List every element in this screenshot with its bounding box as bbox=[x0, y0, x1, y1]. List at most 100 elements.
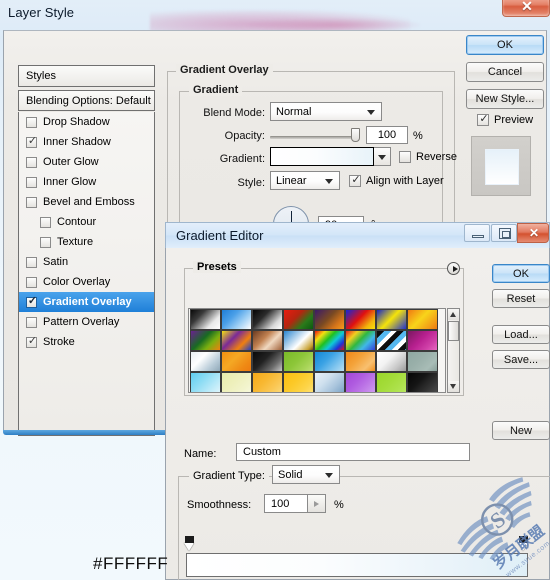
effect-checkbox[interactable] bbox=[26, 316, 37, 328]
gradient-preset-swatch[interactable] bbox=[314, 309, 345, 330]
new-style-button[interactable]: New Style... bbox=[466, 89, 544, 109]
effect-checkbox[interactable] bbox=[40, 236, 51, 248]
opacity-input[interactable]: 100 bbox=[366, 126, 408, 144]
maximize-icon[interactable] bbox=[491, 224, 517, 242]
gradient-preset-swatch[interactable] bbox=[221, 330, 252, 351]
gradient-preset-swatch[interactable] bbox=[221, 309, 252, 330]
effect-row[interactable]: Contour bbox=[19, 212, 154, 232]
gradient-preset-swatch[interactable] bbox=[314, 330, 345, 351]
reverse-checkbox[interactable]: Reverse bbox=[399, 151, 457, 163]
effect-row[interactable]: Gradient Overlay bbox=[19, 292, 154, 312]
gradient-editor-new-button[interactable]: New bbox=[492, 421, 550, 440]
smoothness-stepper[interactable] bbox=[308, 494, 326, 513]
effect-row[interactable]: Inner Glow bbox=[19, 172, 154, 192]
smoothness-input[interactable]: 100 bbox=[264, 494, 308, 513]
sidebar-item-blending-options[interactable]: Blending Options: Default bbox=[18, 90, 155, 111]
opacity-slider-track[interactable] bbox=[270, 136, 358, 139]
effect-checkbox[interactable] bbox=[26, 295, 38, 308]
gradient-preset-swatch[interactable] bbox=[407, 351, 438, 372]
ok-button[interactable]: OK bbox=[466, 35, 544, 55]
gradient-bar[interactable] bbox=[186, 553, 528, 577]
close-icon[interactable]: ✕ bbox=[517, 223, 549, 243]
gradient-preset-swatch[interactable] bbox=[314, 351, 345, 372]
gradient-editor-reset-button[interactable]: Reset bbox=[492, 289, 550, 308]
gradient-opacity-stop[interactable] bbox=[518, 536, 529, 551]
style-select[interactable]: Linear bbox=[270, 171, 340, 190]
new-style-button-label: New Style... bbox=[475, 93, 535, 105]
effect-row[interactable]: Pattern Overlay bbox=[19, 312, 154, 332]
effect-label: Inner Glow bbox=[43, 176, 97, 188]
gradient-preset-swatch[interactable] bbox=[252, 330, 283, 351]
gradient-preset-swatch[interactable] bbox=[345, 351, 376, 372]
gradient-editor-save-button[interactable]: Save... bbox=[492, 350, 550, 369]
gradient-preset-swatch[interactable] bbox=[283, 351, 314, 372]
effect-checkbox[interactable] bbox=[26, 256, 37, 268]
gradient-editor-load-button[interactable]: Load... bbox=[492, 325, 550, 344]
opacity-slider-thumb[interactable] bbox=[351, 128, 360, 142]
gradient-preset-swatch[interactable] bbox=[314, 372, 345, 392]
cancel-button[interactable]: Cancel bbox=[466, 62, 544, 82]
effect-checkbox[interactable] bbox=[26, 176, 37, 188]
presets-scrollbar[interactable] bbox=[447, 308, 460, 393]
scroll-up-icon[interactable] bbox=[448, 309, 459, 320]
gradient-preset-swatch[interactable] bbox=[376, 372, 407, 392]
gradient-preset-swatch[interactable] bbox=[221, 351, 252, 372]
align-with-layer-checkbox[interactable]: Align with Layer bbox=[349, 173, 444, 187]
gradient-preset-swatch[interactable] bbox=[190, 351, 221, 372]
gradient-preset-swatch[interactable] bbox=[407, 330, 438, 351]
effect-checkbox[interactable] bbox=[26, 335, 38, 348]
effect-checkbox[interactable] bbox=[26, 135, 38, 148]
effect-checkbox[interactable] bbox=[26, 196, 37, 208]
gradient-preset-swatch[interactable] bbox=[376, 351, 407, 372]
effect-row[interactable]: Stroke bbox=[19, 332, 154, 352]
name-input[interactable]: Custom bbox=[236, 443, 470, 461]
gradient-picker-button[interactable] bbox=[374, 147, 391, 166]
chevron-down-icon bbox=[378, 154, 386, 160]
gradient-preset-swatch[interactable] bbox=[252, 309, 283, 330]
effect-label: Gradient Overlay bbox=[43, 296, 132, 308]
gradient-preset-swatch[interactable] bbox=[376, 330, 407, 351]
gradient-preset-swatch[interactable] bbox=[221, 372, 252, 392]
gradient-preset-swatch[interactable] bbox=[345, 330, 376, 351]
gradient-preset-swatch[interactable] bbox=[190, 372, 221, 392]
effect-label: Bevel and Emboss bbox=[43, 196, 135, 208]
close-icon[interactable]: ✕ bbox=[502, 0, 550, 17]
blend-mode-select[interactable]: Normal bbox=[270, 102, 382, 121]
effect-row[interactable]: Color Overlay bbox=[19, 272, 154, 292]
opacity-label: Opacity: bbox=[224, 130, 265, 142]
gradient-preset-swatch[interactable] bbox=[190, 309, 221, 330]
preview-checkbox[interactable]: Preview bbox=[477, 112, 534, 126]
effect-row[interactable]: Bevel and Emboss bbox=[19, 192, 154, 212]
scrollbar-thumb[interactable] bbox=[448, 321, 459, 341]
gradient-preset-swatch[interactable] bbox=[252, 351, 283, 372]
ok-button-label: OK bbox=[497, 39, 513, 51]
gradient-preset-swatch[interactable] bbox=[345, 372, 376, 392]
effect-row[interactable]: Satin bbox=[19, 252, 154, 272]
minimize-icon[interactable] bbox=[464, 224, 490, 242]
effect-checkbox[interactable] bbox=[26, 276, 37, 288]
gradient-preset-swatch[interactable] bbox=[407, 309, 438, 330]
gradient-preset-swatch[interactable] bbox=[407, 372, 438, 392]
gradient-preset-swatch[interactable] bbox=[252, 372, 283, 392]
ge-load-label: Load... bbox=[504, 328, 538, 341]
gradient-preview-swatch[interactable] bbox=[270, 147, 374, 166]
scroll-down-icon[interactable] bbox=[448, 381, 459, 392]
effect-checkbox[interactable] bbox=[26, 156, 37, 168]
effect-row[interactable]: Texture bbox=[19, 232, 154, 252]
presets-menu-icon[interactable] bbox=[447, 262, 460, 275]
gradient-preset-swatch[interactable] bbox=[283, 372, 314, 392]
preview-label: Preview bbox=[494, 114, 534, 126]
gradient-preset-swatch[interactable] bbox=[283, 330, 314, 351]
gradient-editor-ok-button[interactable]: OK bbox=[492, 264, 550, 283]
effect-row[interactable]: Drop Shadow bbox=[19, 112, 154, 132]
gradient-opacity-stop[interactable] bbox=[184, 536, 195, 551]
effect-checkbox[interactable] bbox=[40, 216, 51, 228]
gradient-type-select[interactable]: Solid bbox=[272, 465, 340, 484]
effect-checkbox[interactable] bbox=[26, 116, 37, 128]
gradient-preset-swatch[interactable] bbox=[283, 309, 314, 330]
gradient-preset-swatch[interactable] bbox=[190, 330, 221, 351]
effect-row[interactable]: Outer Glow bbox=[19, 152, 154, 172]
gradient-preset-swatch[interactable] bbox=[345, 309, 376, 330]
effect-row[interactable]: Inner Shadow bbox=[19, 132, 154, 152]
gradient-preset-swatch[interactable] bbox=[376, 309, 407, 330]
